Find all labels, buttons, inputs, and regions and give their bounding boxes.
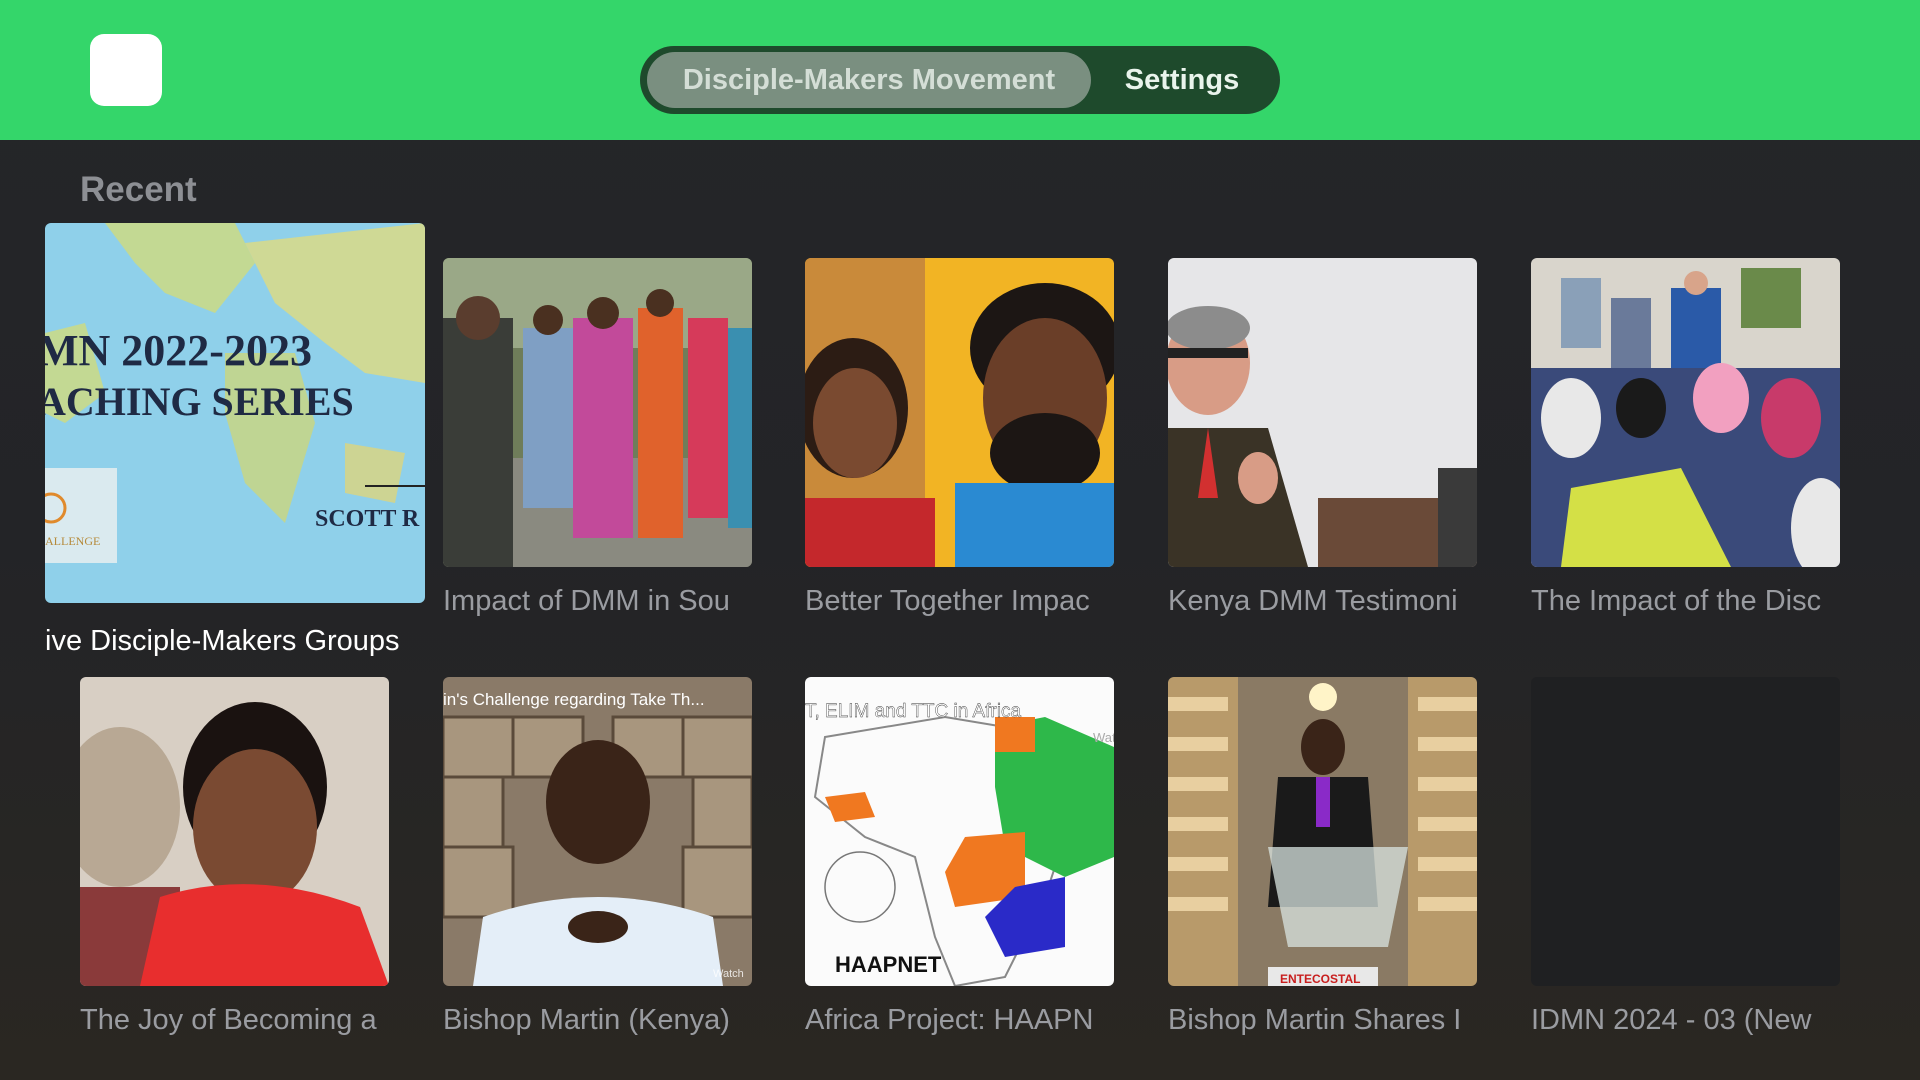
video-tile[interactable]: ENTECOSTAL Bishop Martin Shares I bbox=[1168, 677, 1477, 1037]
video-thumbnail: MN 2022-2023 ACHING SERIES SCOTT R ALLEN… bbox=[45, 223, 425, 603]
video-thumbnail bbox=[443, 258, 752, 567]
video-title: Bishop Martin Shares I bbox=[1168, 1004, 1462, 1036]
overlay-church-sign: ENTECOSTAL bbox=[1280, 972, 1360, 986]
video-title: The Impact of the Disc bbox=[1531, 585, 1822, 617]
video-tile[interactable]: Impact of DMM in Sou bbox=[443, 258, 752, 618]
video-thumbnail bbox=[80, 677, 389, 986]
video-title: The Joy of Becoming a bbox=[80, 1004, 377, 1036]
video-tile[interactable]: T, ELIM and TTC in Africa HAAPNET Wat Af… bbox=[805, 677, 1114, 1037]
video-thumbnail bbox=[1168, 258, 1477, 567]
overlay-video-title: in's Challenge regarding Take Th... bbox=[443, 690, 705, 709]
video-tile[interactable]: Kenya DMM Testimoni bbox=[1168, 258, 1477, 618]
tab-disciple-makers-movement[interactable]: Disciple-Makers Movement bbox=[647, 52, 1091, 108]
overlay-watch: Wat bbox=[1093, 730, 1114, 745]
video-thumbnail: ENTECOSTAL bbox=[1168, 677, 1477, 986]
top-bar: Disciple-Makers Movement Settings bbox=[0, 0, 1920, 140]
video-tile[interactable]: The Impact of the Disc bbox=[1531, 258, 1840, 618]
overlay-map-heading: T, ELIM and TTC in Africa bbox=[805, 701, 1022, 722]
video-title: Better Together Impac bbox=[805, 585, 1090, 617]
video-thumbnail bbox=[805, 258, 1114, 567]
overlay-title-line-1: MN 2022-2023 bbox=[45, 326, 312, 375]
video-title: IDMN 2024 - 03 (New bbox=[1531, 1004, 1812, 1036]
video-title: Impact of DMM in Sou bbox=[443, 585, 730, 617]
tab-settings[interactable]: Settings bbox=[1091, 52, 1273, 108]
overlay-watch: Watch bbox=[713, 968, 744, 980]
video-thumbnail bbox=[1531, 258, 1840, 567]
video-title: ive Disciple-Makers Groups bbox=[45, 625, 400, 657]
app-icon[interactable] bbox=[90, 34, 162, 106]
video-tile[interactable]: in's Challenge regarding Take Th... Watc… bbox=[443, 677, 752, 1037]
video-title: Bishop Martin (Kenya) bbox=[443, 1004, 730, 1036]
video-thumbnail-placeholder bbox=[1531, 677, 1840, 986]
video-title: Africa Project: HAAPN bbox=[805, 1004, 1094, 1036]
video-thumbnail: in's Challenge regarding Take Th... Watc… bbox=[443, 677, 752, 986]
section-title: Recent bbox=[80, 170, 197, 209]
video-thumbnail: T, ELIM and TTC in Africa HAAPNET Wat bbox=[805, 677, 1114, 986]
video-tile[interactable]: IDMN 2024 - 03 (New bbox=[1531, 677, 1840, 1037]
overlay-title-line-2: ACHING SERIES bbox=[45, 379, 354, 424]
video-tile[interactable]: Better Together Impac bbox=[805, 258, 1114, 618]
video-tile[interactable]: MN 2022-2023 ACHING SERIES SCOTT R ALLEN… bbox=[45, 223, 425, 658]
overlay-challenge: ALLENGE bbox=[45, 534, 100, 548]
video-tile[interactable]: The Joy of Becoming a bbox=[80, 677, 389, 1037]
video-title: Kenya DMM Testimoni bbox=[1168, 585, 1458, 617]
tab-bar: Disciple-Makers Movement Settings bbox=[640, 46, 1280, 114]
overlay-map-label: HAAPNET bbox=[835, 952, 942, 977]
overlay-author: SCOTT R bbox=[315, 506, 420, 532]
